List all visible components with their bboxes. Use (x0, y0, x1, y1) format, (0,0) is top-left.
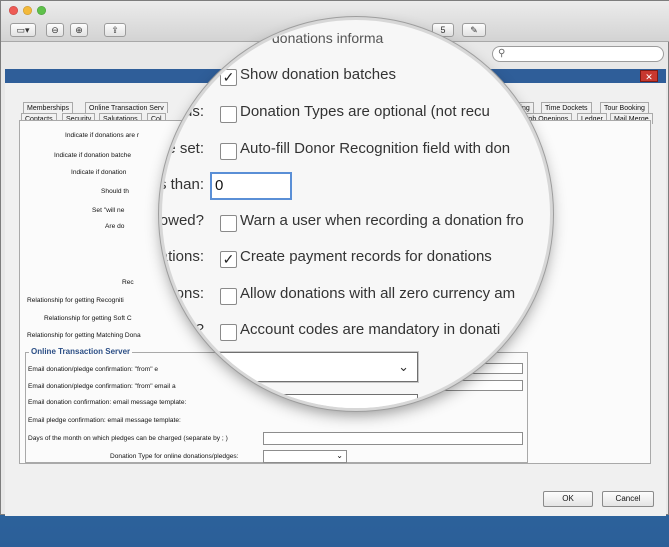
lens-select-secondary[interactable]: ⌄ (210, 394, 418, 408)
tab-tour-booking[interactable]: Tour Booking (600, 102, 649, 113)
zoom-in-icon: ⊕ (75, 25, 83, 35)
lens-option-label: Account codes are mandatory in donati (240, 321, 501, 338)
lens-option-label: Create payment records for donations (240, 248, 492, 265)
lens-left-label: s allowed? (162, 212, 204, 229)
form-label: Indicate if donations are r (65, 132, 140, 139)
form-label: Set "will ne (92, 207, 125, 214)
edit-icon: ✎ (470, 25, 478, 35)
close-window-button[interactable] (9, 6, 18, 15)
lens-option-label: Donation Types are optional (not recu (240, 103, 490, 120)
pledge-days-field[interactable] (263, 432, 523, 445)
checkmark-icon: ✓ (222, 251, 235, 267)
chevron-down-icon: ⌄ (398, 395, 409, 408)
create-payments-checkbox[interactable]: ✓ (220, 251, 237, 268)
form-label: Are do (105, 223, 125, 230)
cancel-button[interactable]: Cancel (602, 491, 654, 507)
autofill-recognition-checkbox[interactable] (220, 143, 237, 160)
minimize-window-button[interactable] (23, 6, 32, 15)
sidebar-toggle-button[interactable]: ▭▾ (10, 23, 36, 37)
close-icon: ✕ (645, 72, 653, 82)
warn-user-checkbox[interactable] (220, 215, 237, 232)
lens-left-label: act (183, 356, 204, 373)
sidebar-icon: ▭▾ (16, 25, 30, 35)
magnifier-lens: donations informa ✓ Show donation batche… (162, 20, 550, 408)
lens-left-label: cords? (162, 321, 204, 338)
search-input[interactable]: ⚲ (492, 46, 664, 62)
form-label: Email donation/pledge confirmation: "fro… (28, 366, 159, 373)
form-label: Should th (101, 188, 129, 195)
lens-option-label: Show donation batches (240, 66, 396, 83)
lens-option-label: Allow donations with all zero currency a… (240, 285, 516, 302)
search-icon: ⚲ (498, 48, 506, 59)
tab-label: Memberships (27, 105, 70, 112)
form-label: Indicate if donation (71, 169, 127, 176)
chevron-down-icon: ⌄ (398, 359, 409, 374)
lens-left-label: ess than: (162, 176, 204, 193)
zoom-in-button[interactable]: ⊕ (70, 23, 88, 37)
form-label: Indicate if donation batche (54, 152, 131, 159)
zero-currency-checkbox[interactable] (220, 288, 237, 305)
zoom-window-button[interactable] (37, 6, 46, 15)
share-icon: ⇪ (111, 25, 119, 35)
form-label: Donation Type for online donations/pledg… (110, 453, 239, 460)
tab-time-dockets[interactable]: Time Dockets (541, 102, 592, 113)
online-donation-type-select[interactable]: ⌄ (263, 450, 347, 463)
tab-label: Time Dockets (545, 105, 588, 112)
tab-online-transaction-server[interactable]: Online Transaction Serv (85, 102, 168, 113)
form-label: Email pledge confirmation: email message… (28, 417, 181, 424)
form-label: Relationship for getting Soft C (44, 315, 132, 322)
tab-label: Online Transaction Serv (89, 105, 164, 112)
form-label: Days of the month on which pledges can b… (28, 435, 228, 442)
lens-left-label: ords: (170, 103, 204, 120)
lens-select[interactable]: - ⌄ (210, 352, 418, 382)
types-optional-checkbox[interactable] (220, 106, 237, 123)
lens-option-label: Warn a user when recording a donation fr… (240, 212, 524, 229)
lens-left-label: onations: (162, 285, 204, 302)
form-label: Rec (122, 279, 134, 286)
ok-button[interactable]: OK (543, 491, 593, 507)
lens-select-value: - (217, 358, 222, 375)
tab-label: Tour Booking (604, 105, 645, 112)
zoom-out-icon: ⊖ (51, 25, 59, 35)
badge-button[interactable]: 5 (432, 23, 454, 37)
lens-left-label: be set: (162, 140, 204, 157)
form-label: Email donation confirmation: email messa… (28, 399, 187, 406)
checkmark-icon: ✓ (222, 69, 235, 85)
form-label: Relationship for getting Matching Dona (27, 332, 141, 339)
lens-left-label: donations: (162, 248, 204, 265)
group-title: Online Transaction Server (29, 347, 133, 356)
chevron-down-icon: ⌄ (336, 451, 343, 460)
close-dialog-button[interactable]: ✕ (640, 70, 658, 82)
form-label: Email donation/pledge confirmation: "fro… (28, 383, 176, 390)
lens-option-label: Auto-fill Donor Recognition field with d… (240, 140, 511, 157)
lens-header: donations informa (272, 30, 384, 46)
edit-button[interactable]: ✎ (462, 23, 486, 37)
less-than-input[interactable]: 0 (210, 172, 292, 200)
zoom-out-button[interactable]: ⊖ (46, 23, 64, 37)
account-codes-checkbox[interactable] (220, 324, 237, 341)
show-batches-checkbox[interactable]: ✓ (220, 69, 237, 86)
form-label: Relationship for getting Recogniti (27, 297, 124, 304)
tab-memberships[interactable]: Memberships (23, 102, 74, 113)
badge-label: 5 (440, 25, 446, 35)
share-button[interactable]: ⇪ (104, 23, 126, 37)
